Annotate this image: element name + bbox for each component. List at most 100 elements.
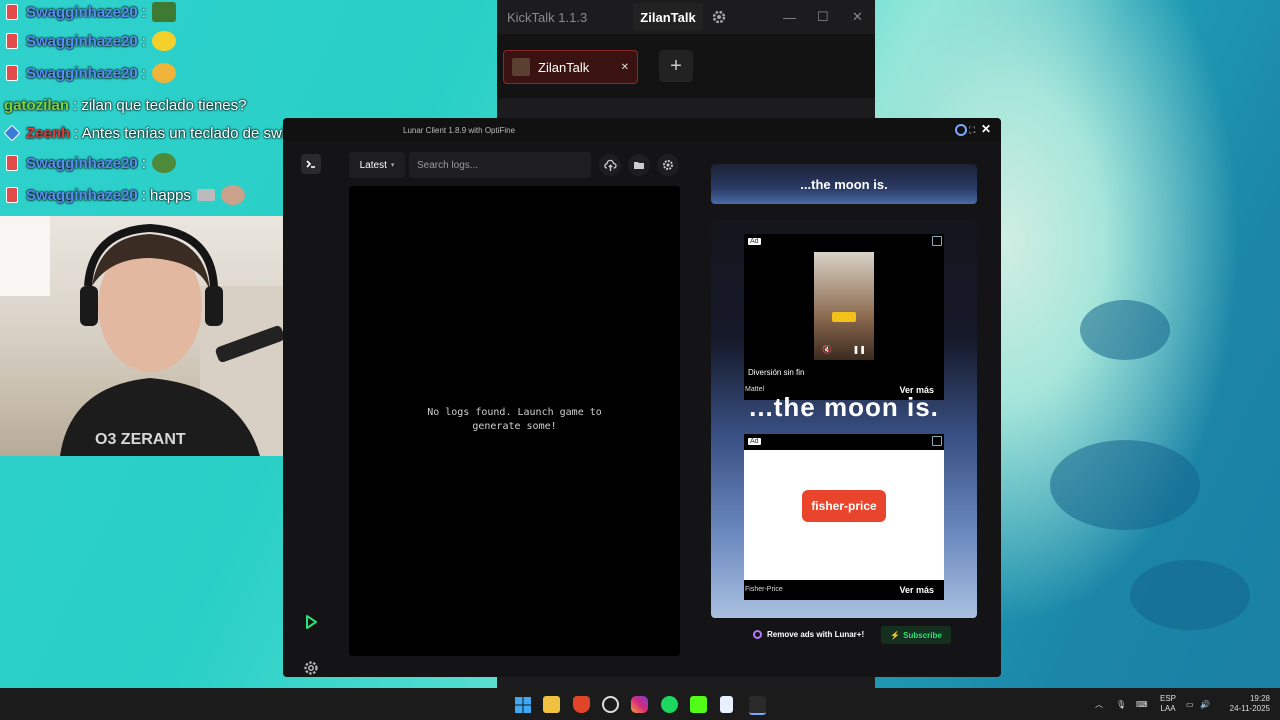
windows-start-icon[interactable] [514,696,531,713]
chat-username: gatozilan [4,96,70,114]
brave-browser-icon[interactable] [573,696,590,713]
ad-brand: Fisher-Price [745,586,783,593]
moderator-badge-icon [3,124,21,142]
obs-icon[interactable] [602,696,619,713]
fullscreen-icon[interactable]: ⛶ [969,125,975,136]
ad-unit[interactable]: Ad 🔇 ❚❚ Diversión sin fin Mattel Ver más [744,234,944,400]
ad-panel: Ad 🔇 ❚❚ Diversión sin fin Mattel Ver más… [711,220,977,618]
wallpaper-reef [1080,300,1170,360]
wallpaper-reef [1050,440,1200,530]
kick-icon[interactable] [690,696,707,713]
kicktalk-titlebar: KickTalk 1.1.3 ZilanTalk — ☐ ✕ [497,0,875,34]
subscribe-button[interactable]: ⚡ Subscribe [881,626,951,644]
chat-message: Swagginhaze20 : [4,61,176,85]
log-viewer: No logs found. Launch game to generate s… [349,186,680,656]
search-logs-input[interactable] [409,152,591,178]
ad-tag: Ad [748,238,761,245]
channel-avatar [512,58,530,76]
ad-tag: Ad [748,438,761,445]
terminal-icon[interactable] [301,154,321,174]
minimize-button[interactable]: — [783,10,796,25]
mute-icon[interactable]: 🔇 [822,345,832,354]
lunar-sidebar [283,142,339,677]
add-tab-button[interactable]: + [659,50,693,82]
gear-icon[interactable] [657,154,679,176]
moon-watermark-text: ...the moon is. [749,392,939,422]
sub-badge-icon [6,33,18,49]
keyboard-layout: LAA [1160,704,1176,713]
instagram-icon[interactable] [631,696,648,713]
chat-username: Swagginhaze20 [26,3,138,21]
ad-cta-link[interactable]: Ver más [899,585,934,595]
language-code: ESP [1160,694,1177,703]
gear-icon[interactable] [711,9,727,25]
kicktalk-tabbar: ZilanTalk ✕ + [497,34,875,98]
remove-ads-link[interactable]: Remove ads with Lunar+! [753,630,864,639]
chat-text: : happs [141,186,191,204]
chat-text: : [141,32,146,50]
sub-badge-icon [6,65,18,81]
emote-icon [151,31,176,51]
log-filter-label: Latest [359,159,387,171]
microphone-icon[interactable]: 🎙 [1116,688,1126,720]
chat-text: : [141,3,146,21]
clock[interactable]: 19:28 24-11-2025 [1226,688,1270,720]
ad-top-bar [744,434,944,450]
show-hidden-icons[interactable]: ︿ [1095,688,1103,720]
chat-message: gatozilan : zilan que teclado tienes? [4,93,246,117]
spotify-icon[interactable] [661,696,678,713]
windows-taskbar: ︿ 🎙 ⌨ ESP LAA ▭ 🔊 19:28 24-11-2025 [0,688,1280,720]
kicktalk-channel-button[interactable]: ZilanTalk [633,3,703,31]
file-explorer-icon[interactable] [543,696,560,713]
play-icon[interactable] [301,612,321,632]
subscribe-label: Subscribe [903,630,942,640]
ad-info-icon[interactable] [932,436,942,446]
notepad-icon[interactable] [720,696,733,713]
wallpaper-reef [1130,560,1250,630]
maximize-button[interactable]: ☐ [817,9,829,25]
pause-icon[interactable]: ❚❚ [853,345,866,354]
lunar-client-taskbar-icon[interactable] [749,696,766,715]
ad-video[interactable]: Ad 🔇 ❚❚ [744,234,944,380]
empty-logs-line: No logs found. Launch game to [427,407,602,418]
upload-cloud-icon[interactable] [599,154,621,176]
sub-badge-icon [6,187,18,203]
ad-caption: Andaderas Fisher-Price [748,568,833,577]
chat-tab-label: ZilanTalk [538,59,590,75]
volume-icon[interactable]: 🔊 [1200,688,1210,720]
emote-icon [151,63,176,83]
language-indicator[interactable]: ESP LAA [1160,688,1176,720]
close-button[interactable]: ✕ [852,9,863,25]
pepe-emote-icon [151,153,176,173]
chat-username: Swagginhaze20 [26,186,138,204]
remove-ads-label: Remove ads with Lunar+! [767,630,865,639]
tab-close-icon[interactable]: ✕ [621,62,629,73]
chevron-down-icon: ▾ [390,162,395,169]
empty-logs-line: generate some! [472,421,557,432]
settings-gear-icon[interactable] [301,658,321,677]
emote-icon [151,2,176,22]
loading-spinner-icon [955,124,967,136]
keyboard-emote-icon [196,189,215,201]
ad-unit[interactable]: Ad fisher-price Andaderas Fisher-Price F… [744,434,944,600]
svg-text:O3 ZERANT: O3 ZERANT [95,431,186,448]
network-icon[interactable]: ▭ [1186,688,1194,720]
keyboard-icon[interactable]: ⌨ [1136,688,1148,720]
ad-image[interactable]: Ad fisher-price [744,434,944,580]
webcam-feed: O3 ZERANT [0,216,302,456]
chat-username: Zeenh [26,124,71,142]
ad-info-icon[interactable] [932,236,942,246]
ads-footer: Remove ads with Lunar+! ⚡ Subscribe [711,626,977,646]
clock-date: 24-11-2025 [1229,704,1270,713]
clock-time: 19:28 [1249,694,1270,703]
lunar-window-title: Lunar Client 1.8.9 with OptiFine [403,125,516,135]
close-icon[interactable]: ✕ [981,122,991,136]
moon-banner: ...the moon is. [711,164,977,204]
chat-tab-zilantalk[interactable]: ZilanTalk ✕ [503,50,638,84]
log-filter-dropdown[interactable]: Latest ▾ [349,152,405,178]
chat-message: Swagginhaze20 : [4,0,176,24]
ad-caption-bar: Andaderas Fisher-Price Fisher-Price Ver … [744,568,944,600]
folder-icon[interactable] [628,154,650,176]
logs-toolbar: Latest ▾ [349,152,679,178]
fisher-price-logo: fisher-price [802,490,886,522]
